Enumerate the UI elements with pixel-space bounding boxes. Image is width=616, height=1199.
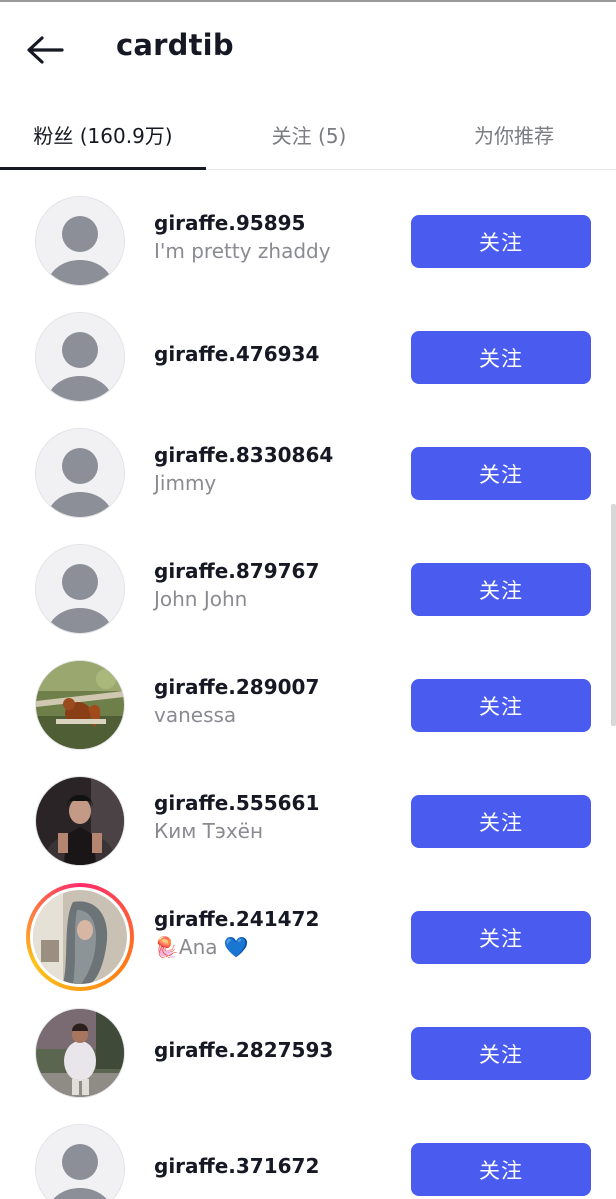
nickname: 🪼Ana 💙: [154, 935, 249, 959]
scrollbar[interactable]: [611, 504, 616, 726]
outdoor-person-photo: [36, 1009, 124, 1097]
default-avatar-icon: [36, 197, 124, 285]
username[interactable]: giraffe.555661: [154, 790, 394, 816]
username[interactable]: giraffe.476934: [154, 341, 394, 367]
dark-portrait-photo: [36, 777, 124, 865]
avatar[interactable]: [35, 428, 125, 518]
list-item[interactable]: giraffe.95895 I'm pretty zhaddy 关注: [0, 182, 616, 298]
follow-button[interactable]: 关注: [411, 563, 591, 616]
default-avatar-icon: [36, 545, 124, 633]
tab-bar: 粉丝 (160.9万) 关注 (5) 为你推荐: [0, 98, 616, 170]
tab-suggested[interactable]: 为你推荐: [412, 98, 616, 170]
follow-button[interactable]: 关注: [411, 795, 591, 848]
tab-following[interactable]: 关注 (5): [206, 98, 412, 170]
list-item[interactable]: giraffe.289007 vanessa 关注: [0, 646, 616, 762]
active-tab-indicator: [0, 167, 206, 170]
nickname: Jimmy: [154, 471, 217, 495]
username[interactable]: giraffe.95895: [154, 210, 394, 236]
follow-button[interactable]: 关注: [411, 447, 591, 500]
list-item[interactable]: giraffe.2827593 关注: [0, 994, 616, 1110]
follow-button[interactable]: 关注: [411, 679, 591, 732]
list-item[interactable]: giraffe.8330864 Jimmy 关注: [0, 414, 616, 530]
avatar[interactable]: [35, 196, 125, 286]
follow-button[interactable]: 关注: [411, 1143, 591, 1196]
arrow-left-icon: [27, 36, 64, 64]
nickname: I'm pretty zhaddy: [154, 239, 331, 263]
follow-button[interactable]: 关注: [411, 331, 591, 384]
list-item[interactable]: giraffe.371672 关注: [0, 1110, 616, 1199]
avatar[interactable]: [35, 544, 125, 634]
list-item[interactable]: giraffe.555661 Ким Тэхён 关注: [0, 762, 616, 878]
default-avatar-icon: [36, 429, 124, 517]
avatar[interactable]: [35, 776, 125, 866]
list-item[interactable]: giraffe.476934 关注: [0, 298, 616, 414]
avatar[interactable]: [35, 1008, 125, 1098]
avatar-story-ring[interactable]: [26, 883, 134, 991]
follow-button[interactable]: 关注: [411, 215, 591, 268]
default-avatar-icon: [36, 313, 124, 401]
follow-button[interactable]: 关注: [411, 911, 591, 964]
follower-list[interactable]: giraffe.95895 I'm pretty zhaddy 关注 giraf…: [0, 182, 616, 1199]
squirrel-photo: [36, 661, 124, 749]
default-avatar-icon: [36, 1125, 124, 1199]
list-item[interactable]: giraffe.879767 John John 关注: [0, 530, 616, 646]
page-title: cardtib: [116, 28, 234, 62]
back-button[interactable]: [22, 30, 68, 70]
username[interactable]: giraffe.2827593: [154, 1037, 394, 1063]
username[interactable]: giraffe.8330864: [154, 442, 394, 468]
username[interactable]: giraffe.241472: [154, 906, 394, 932]
follow-button[interactable]: 关注: [411, 1027, 591, 1080]
nickname: vanessa: [154, 703, 237, 727]
followers-screen: cardtib 粉丝 (160.9万) 关注 (5) 为你推荐 giraffe.…: [0, 0, 616, 1199]
nickname: Ким Тэхён: [154, 819, 264, 843]
username[interactable]: giraffe.879767: [154, 558, 394, 584]
avatar[interactable]: [35, 660, 125, 750]
avatar[interactable]: [35, 1124, 125, 1199]
nickname: John John: [154, 587, 248, 611]
username[interactable]: giraffe.289007: [154, 674, 394, 700]
gray-hair-photo-story-ring: [33, 890, 127, 984]
username[interactable]: giraffe.371672: [154, 1153, 394, 1179]
tab-followers[interactable]: 粉丝 (160.9万): [0, 98, 206, 170]
list-item[interactable]: giraffe.241472 🪼Ana 💙 关注: [0, 878, 616, 994]
header: cardtib: [0, 2, 616, 98]
avatar[interactable]: [35, 312, 125, 402]
